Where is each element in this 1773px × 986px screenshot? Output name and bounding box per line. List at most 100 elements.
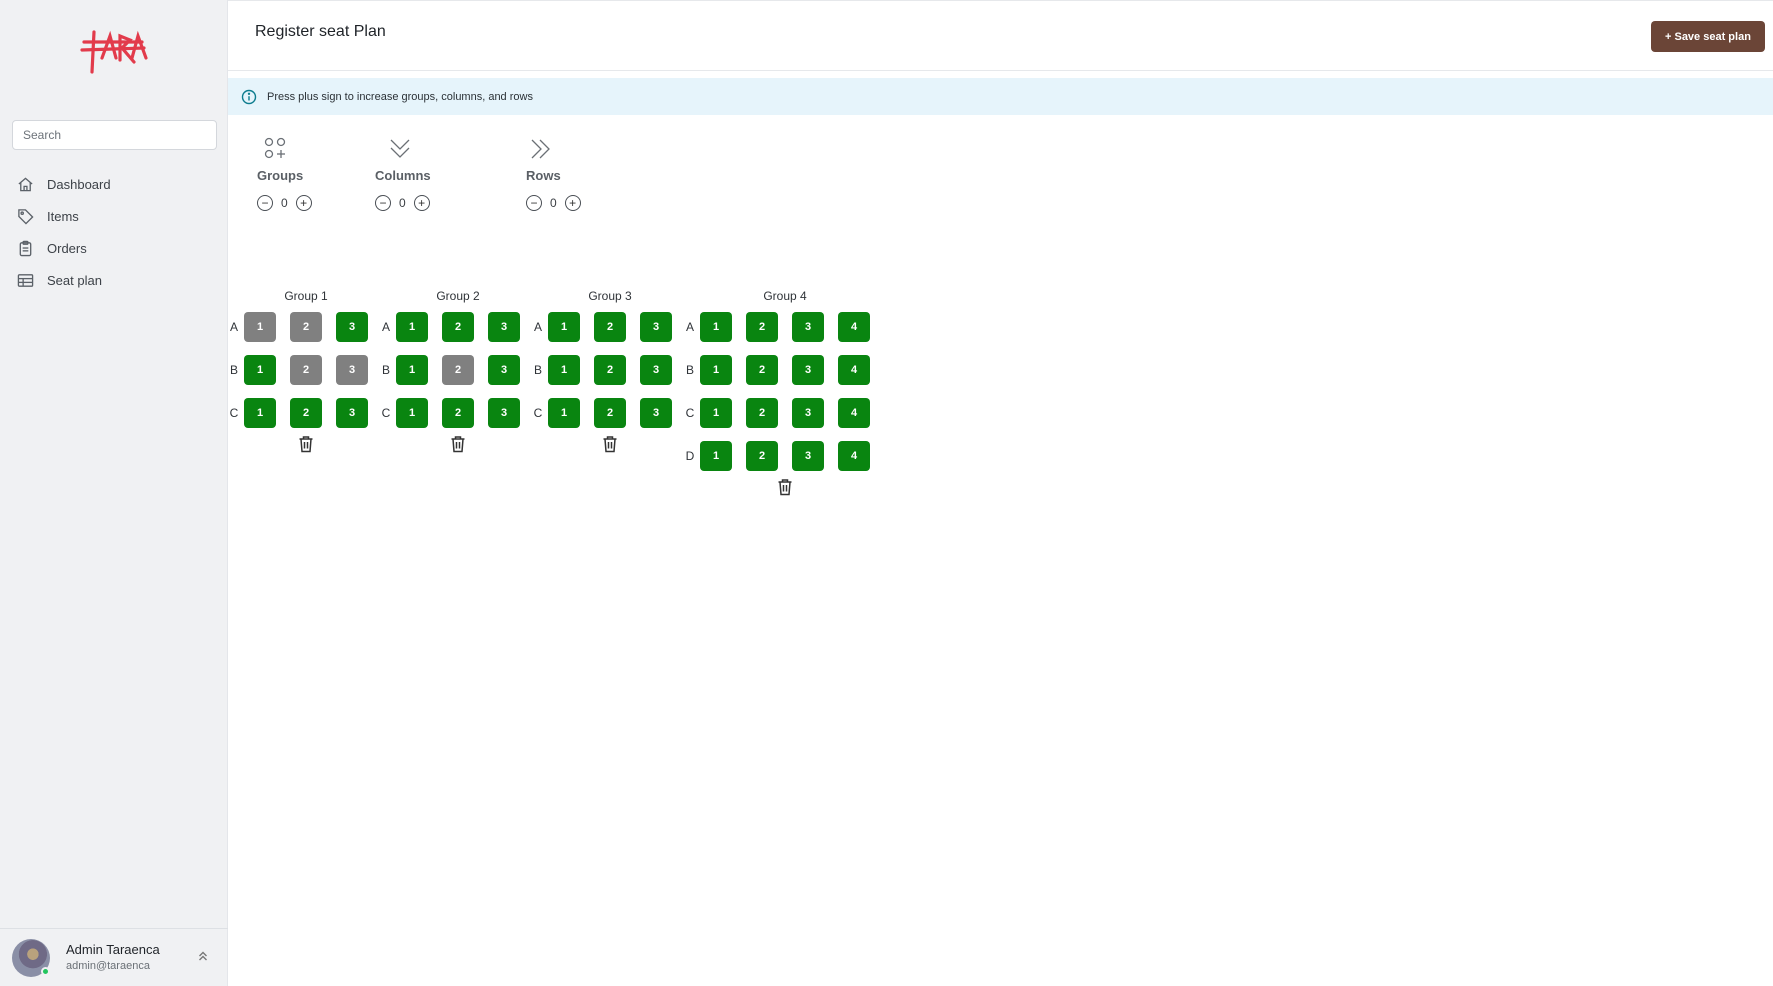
groups-control: Groups − 0 + (257, 136, 357, 211)
sidebar-item-items[interactable]: Items (0, 200, 228, 232)
seat-button[interactable]: 3 (336, 312, 368, 342)
row-label: B (229, 363, 238, 377)
seat-button[interactable]: 1 (244, 355, 276, 385)
columns-value: 0 (399, 196, 406, 210)
seat-button[interactable]: 2 (746, 441, 778, 471)
seat-button[interactable]: 1 (700, 355, 732, 385)
sidebar-item-orders[interactable]: Orders (0, 232, 228, 264)
columns-decrement-button[interactable]: − (375, 195, 391, 211)
seat-button[interactable]: 2 (594, 355, 626, 385)
row-label: A (381, 320, 390, 334)
sidebar-item-label: Items (47, 208, 79, 224)
seat-button[interactable]: 4 (838, 312, 870, 342)
table-icon (16, 271, 34, 289)
seat-button[interactable]: 1 (396, 398, 428, 428)
row-label: B (685, 363, 694, 377)
clipboard-icon (16, 239, 34, 257)
seat-button[interactable]: 2 (290, 312, 322, 342)
user-email: admin@taraenca (66, 960, 150, 972)
sidebar-item-dashboard[interactable]: Dashboard (0, 168, 228, 200)
seat-button[interactable]: 2 (746, 355, 778, 385)
seat-button[interactable]: 1 (700, 312, 732, 342)
group-title: Group 3 (588, 289, 632, 303)
seat-button[interactable]: 1 (548, 312, 580, 342)
trash-icon[interactable] (777, 478, 793, 496)
seat-button[interactable]: 2 (290, 398, 322, 428)
home-icon (16, 175, 34, 193)
seat-button[interactable]: 1 (396, 355, 428, 385)
tag-icon (16, 207, 34, 225)
sidebar-nav: Dashboard Items Orders Seat plan (0, 168, 228, 296)
columns-label: Columns (375, 168, 431, 183)
seat-button[interactable]: 1 (396, 312, 428, 342)
seat-button[interactable]: 4 (838, 441, 870, 471)
rows-stepper: − 0 + (526, 195, 626, 211)
seat-button[interactable]: 2 (594, 312, 626, 342)
seat-button[interactable]: 3 (640, 312, 672, 342)
seat-button[interactable]: 1 (548, 398, 580, 428)
groups-increment-button[interactable]: + (295, 195, 312, 211)
seat-button[interactable]: 3 (792, 398, 824, 428)
seat-button[interactable]: 3 (792, 441, 824, 471)
seat-button[interactable]: 1 (700, 398, 732, 428)
seat-button[interactable]: 2 (442, 355, 474, 385)
row-label: C (685, 406, 695, 420)
seat-button[interactable]: 3 (488, 355, 520, 385)
group-title: Group 2 (436, 289, 480, 303)
user-profile[interactable]: Admin Taraenca admin@taraenca (0, 928, 228, 986)
online-status-indicator (41, 967, 50, 976)
chevrons-down-icon (387, 136, 475, 162)
seat-button[interactable]: 3 (336, 398, 368, 428)
save-seat-plan-button[interactable]: + Save seat plan (1651, 21, 1765, 52)
seat-button[interactable]: 3 (640, 355, 672, 385)
seat-button[interactable]: 4 (838, 398, 870, 428)
row-label: A (229, 320, 238, 334)
rows-decrement-button[interactable]: − (526, 195, 542, 211)
trash-icon[interactable] (298, 435, 314, 453)
sidebar: Dashboard Items Orders Seat plan Admin T… (0, 0, 228, 986)
info-text: Press plus sign to increase groups, colu… (267, 90, 533, 103)
sidebar-item-seat-plan[interactable]: Seat plan (0, 264, 228, 296)
seat-button[interactable]: 2 (594, 398, 626, 428)
info-banner: Press plus sign to increase groups, colu… (228, 78, 1773, 115)
page-title: Register seat Plan (255, 23, 386, 40)
trash-icon[interactable] (602, 435, 618, 453)
columns-control: Columns − 0 + (375, 136, 475, 211)
trash-icon[interactable] (450, 435, 466, 453)
columns-increment-button[interactable]: + (413, 195, 430, 211)
seat-button[interactable]: 2 (746, 398, 778, 428)
logo (80, 28, 148, 76)
row-label: C (533, 406, 543, 420)
seat-button[interactable]: 3 (792, 355, 824, 385)
groups-decrement-button[interactable]: − (257, 195, 273, 211)
seat-button[interactable]: 1 (700, 441, 732, 471)
chevrons-right-icon (528, 136, 626, 162)
seat-button[interactable]: 3 (792, 312, 824, 342)
rows-value: 0 (550, 196, 557, 210)
seat-button[interactable]: 1 (244, 312, 276, 342)
rows-increment-button[interactable]: + (564, 195, 581, 211)
seat-button[interactable]: 4 (838, 355, 870, 385)
seat-button[interactable]: 1 (244, 398, 276, 428)
rows-control: Rows − 0 + (526, 136, 626, 211)
group-title: Group 4 (763, 289, 807, 303)
columns-stepper: − 0 + (375, 195, 475, 211)
rows-label: Rows (526, 168, 561, 183)
plan-controls: Groups − 0 + Columns − 0 + Rows − 0 + (228, 136, 628, 221)
seat-button[interactable]: 2 (442, 398, 474, 428)
seat-button[interactable]: 2 (442, 312, 474, 342)
row-label: C (229, 406, 239, 420)
seat-button[interactable]: 3 (488, 398, 520, 428)
groups-value: 0 (281, 196, 288, 210)
chevrons-up-icon[interactable] (196, 949, 210, 963)
info-icon (241, 89, 257, 105)
row-label: D (685, 449, 695, 463)
search-input[interactable] (12, 120, 217, 150)
seat-button[interactable]: 3 (336, 355, 368, 385)
seat-button[interactable]: 2 (746, 312, 778, 342)
row-label: C (381, 406, 391, 420)
seat-button[interactable]: 3 (488, 312, 520, 342)
seat-button[interactable]: 1 (548, 355, 580, 385)
seat-button[interactable]: 3 (640, 398, 672, 428)
seat-button[interactable]: 2 (290, 355, 322, 385)
